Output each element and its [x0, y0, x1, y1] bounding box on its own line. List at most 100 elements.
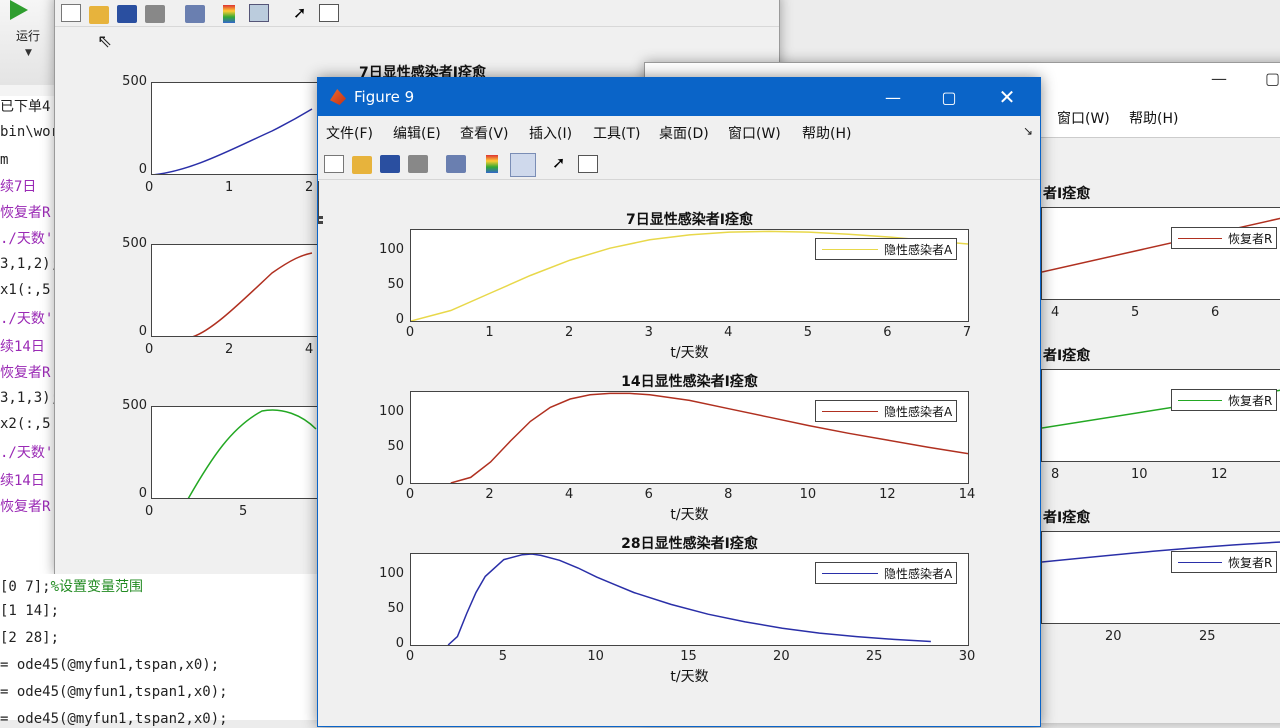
x-tick-label: 4 [1051, 305, 1060, 320]
menu-item-help[interactable]: 帮助(H) [1129, 108, 1178, 128]
figure-9-window[interactable]: Figure 9 — ▢ ✕ 文件(F) 编辑(E) 查看(V) 插入(I) 工具(T)… [317, 77, 1041, 727]
x-tick-label: 0 [405, 649, 415, 664]
minimize-button[interactable]: — [870, 82, 916, 112]
editor-line: 3,1,3); [0, 390, 60, 406]
maximize-button[interactable]: ▢ [926, 82, 972, 112]
menu-item[interactable]: 窗口(W) [728, 123, 781, 143]
legend-label: 恢复者R [1228, 231, 1273, 246]
window-title: Figure 9 [354, 88, 415, 106]
title-bar[interactable]: Figure 9 — ▢ ✕ [318, 78, 1040, 116]
save-icon[interactable] [117, 5, 137, 23]
back-right-title: 者I痊愈 [1043, 510, 1091, 526]
legend-icon[interactable] [249, 4, 269, 22]
editor-line: 恢复者R [0, 205, 51, 221]
x-tick-label: 10 [1131, 467, 1148, 482]
back-right-title: 者I痊愈 [1043, 348, 1091, 364]
x-tick-label: 0 [145, 504, 154, 519]
menu-bar: 文件(F) 编辑(E) 查看(V) 插入(I) 工具(T) 桌面(D) 窗口(W) 帮助(H) [318, 116, 1040, 148]
menu-item[interactable]: 查看(V) [460, 123, 509, 143]
x-tick-label: 20 [1105, 629, 1122, 644]
save-icon[interactable] [380, 155, 400, 173]
x-tick-label: 4 [305, 342, 314, 357]
toolbar-icons: ➚ [61, 4, 361, 30]
legend-label: 恢复者R [1228, 393, 1273, 408]
mouse-cursor-icon: ⇖ [97, 31, 113, 52]
back-right-title: 者I痊愈 [1043, 186, 1091, 202]
x-tick-label: 20 [773, 649, 790, 664]
chevron-down-icon[interactable]: ▼ [25, 48, 32, 58]
editor-line: ./天数' [0, 311, 54, 327]
legend-icon[interactable] [510, 153, 536, 177]
chart-title: 28日显性感染者I痊愈 [621, 536, 758, 552]
code-line: = ode45(@myfun1,tspan,x0); [0, 657, 219, 673]
maximize-icon[interactable]: ▢ [1265, 69, 1280, 88]
code-text: = ode45(@myfun1,tspan,x0); [0, 657, 220, 673]
property-editor-icon[interactable] [578, 155, 598, 173]
back-right-axes [1041, 207, 1280, 300]
colorbar-icon[interactable] [486, 155, 498, 173]
dock-arrow-icon[interactable]: ↘ [1023, 124, 1033, 138]
link-plot-icon[interactable] [185, 5, 205, 23]
x-tick-label: 2 [305, 180, 314, 195]
code-line: [1 14]; [0, 603, 59, 619]
menu-item[interactable]: 桌面(D) [659, 123, 709, 143]
x-axis-label: t/天数 [670, 669, 709, 685]
menu-item[interactable]: 帮助(H) [802, 123, 851, 143]
x-tick-label: 2 [225, 342, 234, 357]
code-text: [0 7]; [0, 579, 51, 595]
pointer-icon[interactable]: ➚ [552, 154, 572, 172]
print-icon[interactable] [145, 5, 165, 23]
editor-line: x2(:,5 [0, 416, 51, 432]
figure-toolbar: ➚ [318, 148, 1040, 180]
x-tick-label: 1 [225, 180, 234, 195]
minimize-icon[interactable]: — [1211, 69, 1227, 88]
close-button[interactable]: ✕ [984, 82, 1030, 112]
editor-line: 已下单4 [0, 99, 51, 115]
editor-line: 续14日 [0, 339, 45, 355]
plot-svg [153, 108, 313, 174]
x-tick-label: 8 [1051, 467, 1060, 482]
open-file-icon[interactable] [352, 156, 372, 174]
plot-svg [1042, 389, 1280, 429]
legend: 恢复者R [1171, 551, 1278, 573]
y-tick-label: 0 [138, 486, 147, 501]
menu-item[interactable]: 文件(F) [326, 123, 373, 143]
code-line: = ode45(@myfun1,tspan2,x0); [0, 711, 228, 727]
menu-item[interactable]: 插入(I) [529, 123, 572, 143]
y-tick-label: 0 [138, 324, 147, 339]
back-left-axes [151, 244, 321, 337]
x-tick-label: 5 [239, 504, 248, 519]
legend-label: 恢复者R [1228, 555, 1273, 570]
editor-line: ./天数' [0, 445, 54, 461]
code-text: = ode45(@myfun1,tspan1,x0); [0, 684, 228, 700]
chart-3: 28日显性感染者I痊愈 0 5 10 15 20 25 30 0 50 100 t/天数 隐性感染者A [318, 181, 1040, 728]
x-tick-label: 5 [498, 649, 507, 664]
legend-swatch [1178, 561, 1222, 563]
code-text: = ode45(@myfun1,tspan2,x0); [0, 711, 228, 727]
link-plot-icon[interactable] [446, 155, 466, 173]
editor-line: 续14日 [0, 473, 45, 489]
editor-line: 3,1,2); [0, 256, 60, 272]
open-file-icon[interactable] [89, 6, 109, 24]
x-tick-label: 12 [1211, 467, 1228, 482]
new-figure-icon[interactable] [324, 155, 344, 173]
run-button[interactable]: 运行 ▼ [0, 0, 58, 85]
menu-item[interactable]: 编辑(E) [393, 123, 441, 143]
property-editor-icon[interactable] [319, 4, 339, 22]
colorbar-icon[interactable] [223, 5, 235, 23]
pointer-icon[interactable]: ➚ [293, 4, 313, 22]
editor-line: bin\wor [0, 124, 60, 140]
back-left-axes [151, 406, 321, 499]
legend-label: 隐性感染者A [884, 566, 953, 581]
y-tick-label: 50 [387, 601, 404, 616]
y-tick-label: 500 [122, 398, 147, 413]
menu-item[interactable]: 工具(T) [593, 123, 640, 143]
x-tick-label: 10 [587, 649, 604, 664]
print-icon[interactable] [408, 155, 428, 173]
code-editor-lines[interactable]: [0 7];%设置变量范围 [1 14]; [2 28]; = ode45(@myfu… [0, 574, 320, 727]
legend: 恢复者R [1171, 227, 1278, 249]
new-figure-icon[interactable] [61, 4, 81, 22]
y-tick-label: 500 [122, 236, 147, 251]
menu-item-window[interactable]: 窗口(W) [1057, 108, 1110, 128]
figure-canvas: 7日显性感染者I痊愈 0 1 2 3 4 5 6 7 0 50 100 t/天数 隐性感染者A 14日显性感… [318, 181, 1040, 728]
